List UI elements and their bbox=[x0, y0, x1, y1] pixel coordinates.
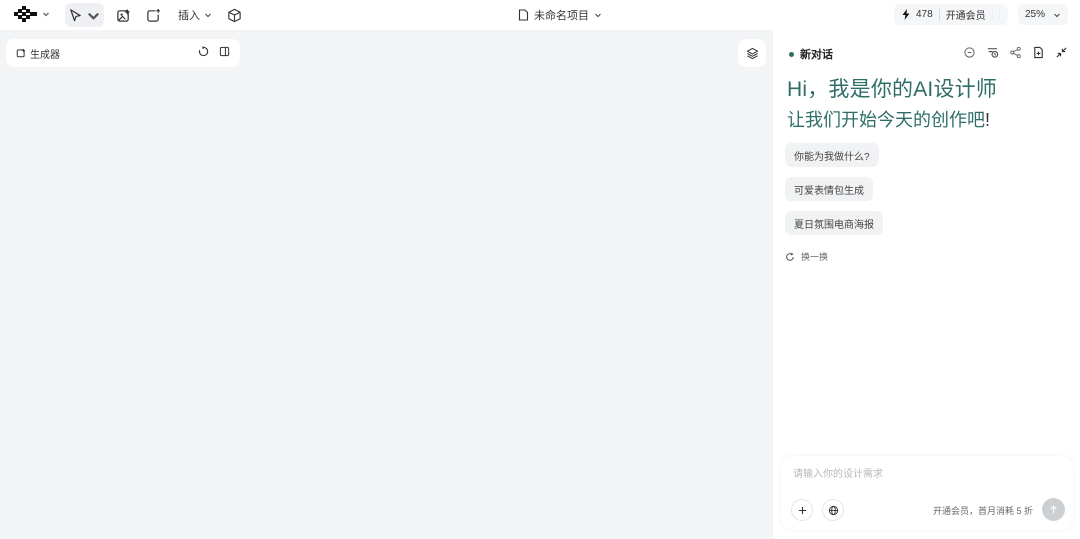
chat-input[interactable] bbox=[793, 466, 1053, 482]
greeting-title: Hi，我是你的AI设计师 bbox=[787, 78, 998, 101]
greeting-subtitle: 让我们开始今天的创作吧! bbox=[787, 106, 990, 132]
new-chat-icon[interactable] bbox=[963, 46, 976, 59]
zoom-selector[interactable]: 25% bbox=[1018, 4, 1068, 25]
ai-chat-panel: 新对话 Hi，我是你的AI设计师 让我们开始今天的创作吧! 你能为我做什么? 可… bbox=[773, 30, 1080, 539]
layers-icon bbox=[746, 47, 758, 59]
suggestion-chip[interactable]: 你能为我做什么? bbox=[785, 143, 879, 167]
status-dot bbox=[789, 51, 794, 57]
divider bbox=[998, 8, 1000, 21]
membership-link[interactable]: 开通会员 bbox=[946, 7, 986, 22]
divider bbox=[991, 8, 993, 21]
zoom-level: 25% bbox=[1024, 9, 1045, 20]
layers-button[interactable] bbox=[738, 39, 766, 67]
image-edit-icon bbox=[116, 8, 130, 22]
attach-button[interactable] bbox=[791, 499, 813, 521]
chat-input-box: 开通会员，首月消耗 5 折 bbox=[781, 456, 1073, 530]
3d-tool-button[interactable] bbox=[223, 3, 245, 27]
design-canvas[interactable] bbox=[0, 30, 773, 539]
chevron-down-icon bbox=[43, 12, 49, 17]
chat-header-actions bbox=[963, 46, 1068, 59]
membership-promo-text: 开通会员，首月消耗 5 折 bbox=[932, 506, 1033, 516]
suggestion-chip[interactable]: 可爱表情包生成 bbox=[785, 177, 873, 201]
cube-icon bbox=[227, 8, 241, 22]
suggestion-chip[interactable]: 夏日氛围电商海报 bbox=[785, 211, 883, 235]
greeting-subtitle-exclaim: ! bbox=[985, 110, 991, 130]
chat-title-bar: 新对话 bbox=[789, 46, 833, 62]
globe-icon bbox=[828, 505, 838, 515]
refresh-suggestions-button[interactable]: 换一换 bbox=[785, 250, 828, 263]
collapse-icon[interactable] bbox=[1055, 46, 1068, 59]
project-name: 未命名项目 bbox=[534, 10, 589, 22]
web-search-button[interactable] bbox=[822, 499, 844, 521]
app-logo[interactable] bbox=[14, 6, 50, 22]
credits-count: 478 bbox=[916, 9, 933, 20]
chevron-down-icon bbox=[205, 13, 211, 18]
credits-membership-bar[interactable]: 478 开通会员 bbox=[894, 4, 1008, 25]
chevron-down-icon bbox=[595, 13, 601, 18]
document-icon bbox=[518, 9, 529, 21]
insert-menu[interactable]: 插入 bbox=[178, 7, 212, 23]
export-document-icon[interactable] bbox=[1032, 46, 1045, 59]
project-title-menu[interactable]: 未命名项目 bbox=[518, 7, 602, 23]
top-toolbar: 插入 未命名项目 478 开通会员 25% bbox=[0, 0, 1080, 30]
generator-panel-header[interactable]: 生成器 bbox=[6, 39, 240, 67]
arrow-up-icon bbox=[1050, 505, 1057, 514]
refresh-label: 换一换 bbox=[801, 252, 829, 262]
logo-icon bbox=[14, 6, 37, 22]
cursor-icon bbox=[70, 8, 81, 21]
lightning-icon bbox=[902, 9, 910, 20]
frame-add-icon bbox=[146, 8, 160, 22]
refresh-icon bbox=[786, 252, 794, 261]
share-icon[interactable] bbox=[1009, 46, 1022, 59]
chevron-down-icon bbox=[1054, 13, 1060, 17]
history-list-icon[interactable] bbox=[986, 46, 999, 59]
greeting-subtitle-text: 让我们开始今天的创作吧 bbox=[787, 110, 985, 130]
history-icon[interactable] bbox=[198, 46, 209, 57]
image-generate-tool-button[interactable] bbox=[112, 3, 134, 27]
send-button[interactable] bbox=[1042, 498, 1065, 521]
sidebar-toggle-icon[interactable] bbox=[219, 46, 230, 57]
image-edit-icon bbox=[16, 48, 26, 58]
insert-label: 插入 bbox=[178, 10, 200, 22]
plus-icon bbox=[798, 506, 806, 514]
generator-label: 生成器 bbox=[30, 49, 60, 61]
chevron-down-icon bbox=[88, 12, 99, 20]
frame-tool-button[interactable] bbox=[142, 3, 164, 27]
chat-title: 新对话 bbox=[800, 49, 833, 61]
divider bbox=[938, 8, 940, 21]
select-tool-button[interactable] bbox=[65, 3, 104, 27]
